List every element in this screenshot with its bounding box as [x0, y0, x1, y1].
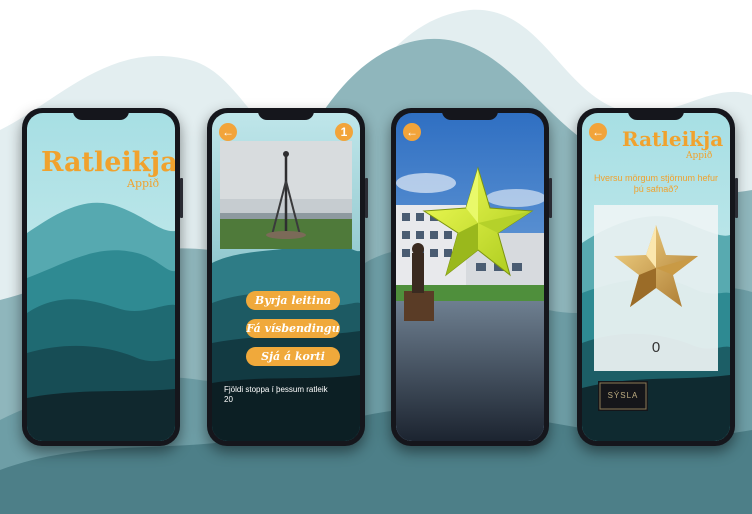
sponsor-logo: SÝSLA	[607, 391, 639, 400]
phone-notch	[258, 108, 314, 120]
app-logo-subtitle: Appið	[127, 177, 160, 190]
stops-count: 20	[224, 395, 233, 404]
stars-question: Hversu mörgum stjörnum hefur þú safnað?	[593, 173, 719, 194]
back-button[interactable]: ←	[219, 123, 237, 141]
stops-info: Fjöldi stoppa í þessum ratleik 20	[224, 385, 354, 405]
get-hint-button[interactable]: Fá vísbendingu	[246, 319, 340, 338]
phone-notch	[73, 108, 129, 120]
phone-notch	[442, 108, 498, 120]
phone-ar: ←	[391, 108, 552, 446]
phone-home: Ratleikja Appið	[22, 108, 183, 446]
side-button	[365, 178, 368, 218]
back-button[interactable]: ←	[589, 123, 607, 141]
phone-score: ← Ratleikja Appið Hversu mörgum stjörnum…	[577, 108, 738, 446]
ar-camera-view	[396, 113, 544, 441]
stop-number-badge: 1	[335, 123, 353, 141]
clue-screen: ← 1 Byrja leitina Fá vísbendingu Sjá á k…	[212, 113, 360, 441]
arrow-left-icon: ←	[406, 125, 418, 139]
home-screen: Ratleikja Appið	[27, 113, 175, 441]
app-logo-title: Ratleikja	[41, 147, 175, 178]
star-count: 0	[651, 339, 661, 356]
side-button	[735, 178, 738, 218]
arrow-left-icon: ←	[592, 125, 604, 139]
app-logo-subtitle: Appið	[686, 151, 713, 161]
arrow-left-icon: ←	[222, 125, 234, 139]
phone-clue: ← 1 Byrja leitina Fá vísbendingu Sjá á k…	[207, 108, 368, 446]
side-button	[549, 178, 552, 218]
start-search-button[interactable]: Byrja leitina	[246, 291, 340, 310]
back-button[interactable]: ←	[403, 123, 421, 141]
side-button	[180, 178, 183, 218]
showcase-stage: Ratleikja Appið ← 1 Byrja leitina Fá vís…	[0, 0, 752, 514]
phone-notch	[628, 108, 684, 120]
app-logo-title: Ratleikja	[622, 127, 724, 151]
stops-label: Fjöldi stoppa í þessum ratleik	[224, 385, 328, 394]
ar-screen: ←	[396, 113, 544, 441]
landmark-photo	[220, 141, 352, 249]
view-map-button[interactable]: Sjá á korti	[246, 347, 340, 366]
score-screen: ← Ratleikja Appið Hversu mörgum stjörnum…	[582, 113, 730, 441]
